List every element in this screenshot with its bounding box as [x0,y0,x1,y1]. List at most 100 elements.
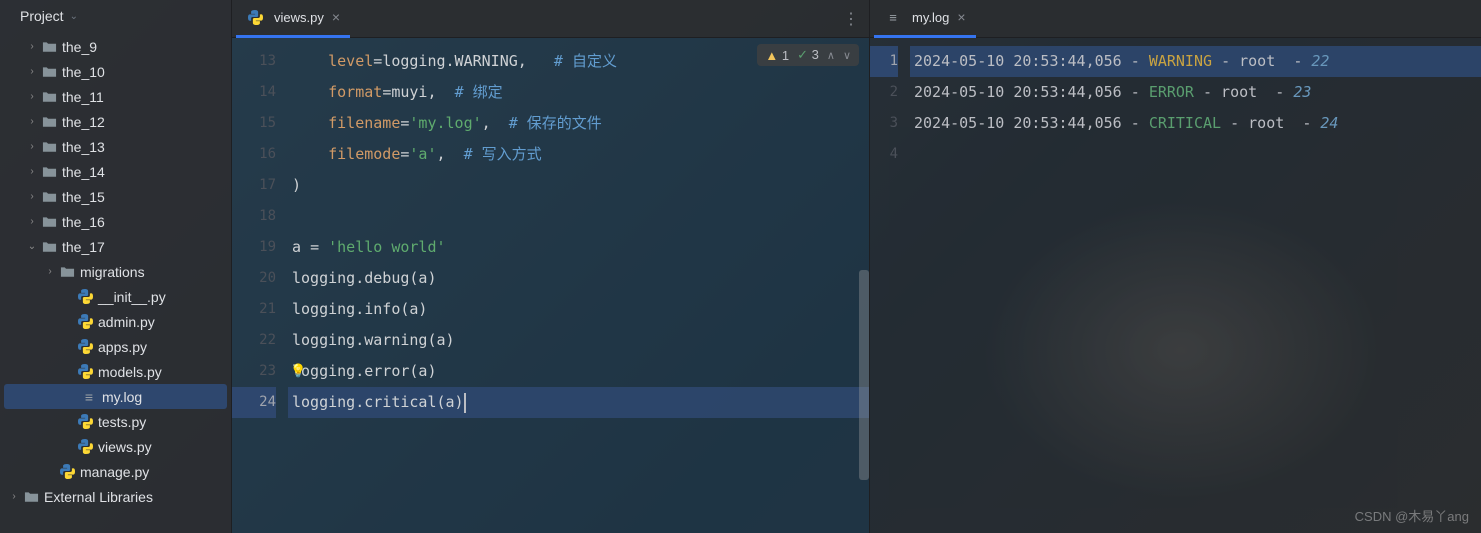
tree-item-manage-py[interactable]: manage.py [0,459,231,484]
line-number[interactable]: 2 [870,77,898,108]
tree-label: my.log [102,389,142,405]
close-icon[interactable]: × [957,9,965,25]
code-line[interactable]: format=muyi, # 绑定 [288,77,869,108]
line-number[interactable]: 23 [232,356,276,387]
project-tree[interactable]: ›the_9›the_10›the_11›the_12›the_13›the_1… [0,32,231,511]
code-line[interactable]: logging.critical(a) [288,387,869,418]
tree-item-apps-py[interactable]: apps.py [0,334,231,359]
code-line[interactable]: logging.debug(a) [288,263,869,294]
scrollbar-thumb[interactable] [859,270,869,480]
chevron-icon[interactable]: › [24,191,40,202]
line-number[interactable]: 16 [232,139,276,170]
tree-item---init---py[interactable]: __init__.py [0,284,231,309]
warning-icon: ▲ 1 [765,48,789,63]
line-number[interactable]: 22 [232,325,276,356]
tree-item-the-16[interactable]: › the_16 [0,209,231,234]
tree-label: the_17 [62,239,105,255]
tree-item-the-15[interactable]: ›the_15 [0,184,231,209]
line-gutter[interactable]: 1234 [870,38,910,533]
code-line[interactable]: logging.info(a) [288,294,869,325]
chevron-icon[interactable]: › [24,91,40,102]
folder-icon [40,114,58,130]
chevron-icon[interactable]: › [24,216,40,227]
chevron-icon[interactable]: › [24,66,40,77]
log-line[interactable]: 2024-05-10 20:53:44,056 - CRITICAL - roo… [910,108,1481,139]
log-line[interactable]: 2024-05-10 20:53:44,056 - ERROR - root -… [910,77,1481,108]
tree-item-external-libraries[interactable]: ›External Libraries [0,484,231,509]
inspection-widget[interactable]: ▲ 1 ✓ 3 ∧ ∨ [757,44,859,66]
code-line[interactable]: 💡logging.error(a) [288,356,869,387]
tree-label: __init__.py [98,289,166,305]
tree-item-admin-py[interactable]: admin.py [0,309,231,334]
folder-icon [58,264,76,280]
tree-label: the_16 [62,214,105,230]
line-number[interactable]: 24 [232,387,276,418]
chevron-icon[interactable]: ⌄ [24,241,40,252]
folder-icon [40,189,58,205]
intention-bulb-icon[interactable]: 💡 [290,356,306,387]
log-content[interactable]: 2024-05-10 20:53:44,056 - WARNING - root… [910,38,1481,533]
line-number[interactable]: 4 [870,139,898,170]
chevron-icon[interactable]: › [24,41,40,52]
tree-item-the-11[interactable]: ›the_11 [0,84,231,109]
line-number[interactable]: 3 [870,108,898,139]
folder-icon [40,214,58,230]
nav-up-icon[interactable]: ∧ [827,49,835,62]
tree-item-the-10[interactable]: ›the_10 [0,59,231,84]
file-icon: ≡ [80,389,98,405]
line-number[interactable]: 21 [232,294,276,325]
code-line[interactable]: ) [288,170,869,201]
line-number[interactable]: 20 [232,263,276,294]
line-number[interactable]: 1 [870,46,898,77]
tab-menu-icon[interactable]: ⋮ [843,9,859,28]
tree-label: admin.py [98,314,155,330]
close-icon[interactable]: × [332,9,340,25]
tree-item-the-14[interactable]: ›the_14 [0,159,231,184]
chevron-icon[interactable]: › [24,116,40,127]
tree-label: tests.py [98,414,146,430]
python-icon [76,339,94,355]
code-line[interactable]: filemode='a', # 写入方式 [288,139,869,170]
line-number[interactable]: 15 [232,108,276,139]
chevron-icon[interactable]: › [24,141,40,152]
code-editor[interactable]: ▲ 1 ✓ 3 ∧ ∨ 131415161718192021222324 lev… [232,38,869,533]
line-number[interactable]: 19 [232,232,276,263]
tree-item-the-9[interactable]: › the_9 [0,34,231,59]
code-line[interactable]: logging.warning(a) [288,325,869,356]
line-number[interactable]: 18 [232,201,276,232]
line-number[interactable]: 13 [232,46,276,77]
code-content[interactable]: level=logging.WARNING, # 自定义 format=muyi… [288,38,869,533]
tree-item-the-17[interactable]: ⌄ the_17 [0,234,231,259]
code-line[interactable]: a = 'hello world' [288,232,869,263]
tree-item-views-py[interactable]: views.py [0,434,231,459]
chevron-icon[interactable]: › [6,491,22,502]
tree-item-tests-py[interactable]: tests.py [0,409,231,434]
log-line[interactable]: 2024-05-10 20:53:44,056 - WARNING - root… [910,46,1481,77]
tree-label: the_9 [62,39,97,55]
code-line[interactable] [288,201,869,232]
editor-pane-left: views.py × ⋮ ▲ 1 ✓ 3 ∧ ∨ 131415161718192… [232,0,870,533]
tab-my-log[interactable]: ≡ my.log × [874,0,976,38]
nav-down-icon[interactable]: ∨ [843,49,851,62]
chevron-icon[interactable]: › [42,266,58,277]
line-number[interactable]: 14 [232,77,276,108]
folder-icon [40,139,58,155]
log-viewer[interactable]: 1234 2024-05-10 20:53:44,056 - WARNING -… [870,38,1481,533]
line-gutter[interactable]: 131415161718192021222324 [232,38,288,533]
line-number[interactable]: 17 [232,170,276,201]
tree-item-the-12[interactable]: ›the_12 [0,109,231,134]
tree-item-models-py[interactable]: models.py [0,359,231,384]
check-icon: ✓ 3 [797,47,819,63]
project-tool-header[interactable]: Project ⌄ [0,0,231,32]
code-line[interactable]: filename='my.log', # 保存的文件 [288,108,869,139]
editor-pane-right: ≡ my.log × 1234 2024-05-10 20:53:44,056 … [870,0,1481,533]
project-sidebar: Project ⌄ ›the_9›the_10›the_11›the_12›th… [0,0,232,533]
tree-item-my-log[interactable]: ≡my.log [4,384,227,409]
tree-item-the-13[interactable]: ›the_13 [0,134,231,159]
folder-icon [40,164,58,180]
tree-item-migrations[interactable]: ›migrations [0,259,231,284]
chevron-icon[interactable]: › [24,166,40,177]
tab-views-py[interactable]: views.py × [236,0,350,38]
log-line[interactable] [910,139,1481,170]
tree-label: models.py [98,364,162,380]
